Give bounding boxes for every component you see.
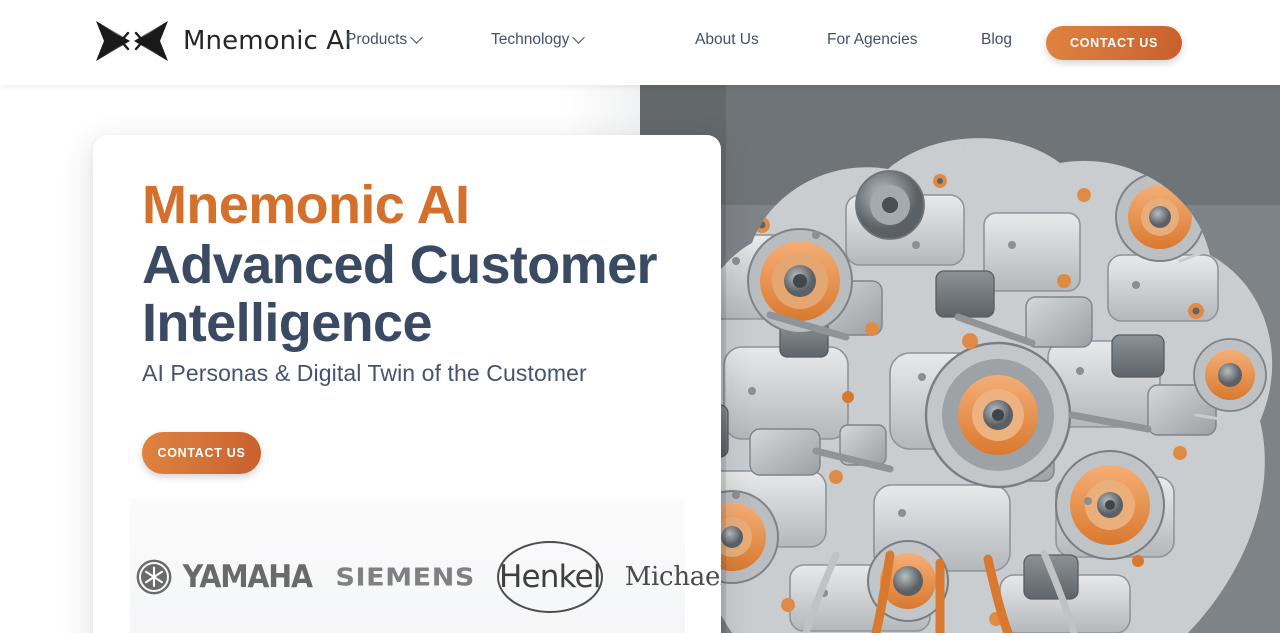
nav-item-blog-label: Blog — [981, 31, 1013, 48]
headline-line-brand: Mnemonic AI — [142, 175, 470, 235]
hero-contact-us-button[interactable]: CONTACT US — [142, 432, 261, 474]
yamaha-tuning-fork-icon — [136, 559, 172, 595]
logo-yamaha: YAMAHA — [136, 559, 317, 595]
nav-item-for-agencies-label: For Agencies — [827, 31, 918, 48]
nav-item-about-us[interactable]: About Us — [695, 31, 759, 49]
header-contact-us-button[interactable]: CONTACT US — [1046, 26, 1182, 60]
page-title: Mnemonic AI Advanced Customer Intelligen… — [142, 175, 658, 354]
hero-subheading: AI Personas & Digital Twin of the Custom… — [142, 360, 587, 386]
brand-logo-link[interactable]: Mnemonic AI — [90, 18, 352, 64]
logo-henkel: Henkel — [496, 541, 603, 613]
nav-item-blog[interactable]: Blog — [981, 31, 1012, 49]
landing-page: Mnemonic AI Advanced Customer Intelligen… — [0, 0, 1280, 633]
client-logos-strip: YAMAHA SIEMENS Henkel MichaelPage — [130, 498, 721, 633]
nav-item-for-agencies[interactable]: For Agencies — [827, 31, 917, 49]
hero-card: Mnemonic AI Advanced Customer Intelligen… — [93, 135, 721, 633]
site-header: Mnemonic AI Products Technology About Us… — [0, 0, 1280, 85]
nav-item-products[interactable]: Products — [346, 30, 424, 49]
nav-item-technology[interactable]: Technology — [491, 30, 586, 49]
headline-line-3: Intelligence — [142, 293, 432, 353]
headline-line-2: Advanced Customer — [142, 235, 658, 295]
mechanical-brain-illustration — [640, 85, 1280, 633]
nav-item-technology-label: Technology — [491, 31, 570, 48]
logo-yamaha-text: YAMAHA — [182, 559, 313, 595]
logo-michael-page-text: MichaelPage — [624, 562, 721, 592]
logo-siemens-text: SIEMENS — [335, 562, 475, 592]
chevron-down-icon — [572, 30, 586, 44]
nav-item-about-us-label: About Us — [695, 31, 759, 48]
double-arrow-logo-icon — [96, 21, 168, 61]
logo-henkel-text: Henkel — [498, 559, 602, 595]
hero-brain-image — [640, 85, 1280, 633]
chevron-down-icon — [410, 30, 424, 44]
nav-item-products-label: Products — [346, 31, 408, 48]
brand-name-text: Mnemonic AI — [183, 26, 352, 56]
